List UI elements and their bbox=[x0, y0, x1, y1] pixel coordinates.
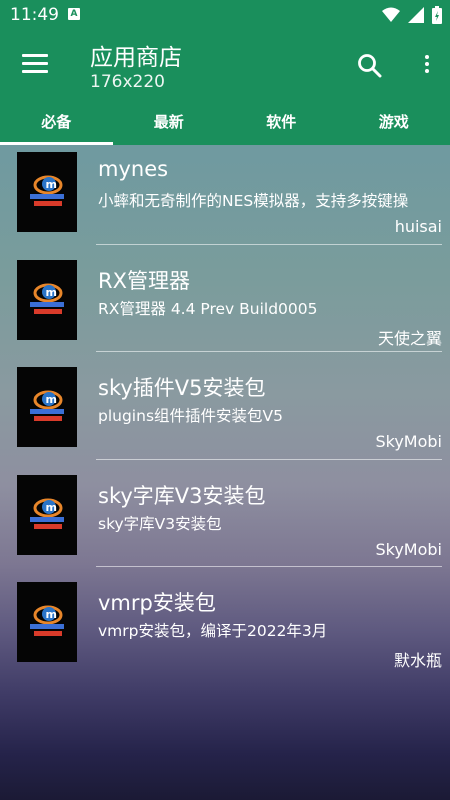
item-title: sky插件V5安装包 bbox=[98, 376, 266, 400]
more-dot bbox=[425, 69, 429, 73]
hamburger-line bbox=[22, 62, 48, 65]
mrp-app-icon: m bbox=[30, 283, 64, 314]
divider bbox=[96, 243, 442, 245]
search-icon[interactable] bbox=[356, 52, 384, 80]
item-title: mynes bbox=[98, 157, 169, 181]
tab-latest[interactable]: 最新 bbox=[113, 102, 226, 145]
item-title: RX管理器 bbox=[98, 268, 190, 293]
list-item[interactable]: m sky字库V3安装包 sky字库V3安装包 SkyMobi bbox=[0, 468, 450, 576]
a-badge-icon: A bbox=[68, 8, 80, 20]
status-time: 11:49 bbox=[10, 5, 59, 25]
more-options-button[interactable] bbox=[422, 52, 432, 80]
app-bar: 应用商店 176x220 bbox=[0, 30, 450, 102]
item-title: sky字库V3安装包 bbox=[98, 483, 266, 508]
app-thumbnail: m bbox=[17, 582, 77, 662]
item-description: 小蟀和无奇制作的NES模拟器，支持多按键操 bbox=[98, 192, 409, 210]
list-item[interactable]: m sky插件V5安装包 plugins组件插件安装包V5 SkyMobi bbox=[0, 360, 450, 468]
mrp-app-icon: m bbox=[30, 498, 64, 529]
item-author: 天使之翼 bbox=[377, 328, 442, 348]
more-vert-icon bbox=[425, 55, 429, 59]
more-dot bbox=[425, 62, 429, 66]
svg-text:m: m bbox=[46, 501, 57, 514]
hamburger-line bbox=[22, 70, 48, 73]
wifi-icon bbox=[382, 7, 400, 22]
hamburger-icon bbox=[22, 54, 48, 57]
item-description: RX管理器 4.4 Prev Build0005 bbox=[98, 299, 318, 318]
item-author: SkyMobi bbox=[375, 539, 442, 559]
item-description: plugins组件插件安装包V5 bbox=[98, 407, 283, 425]
list-item[interactable]: m mynes 小蟀和无奇制作的NES模拟器，支持多按键操 huisai bbox=[0, 145, 450, 253]
mrp-app-icon: m bbox=[30, 175, 64, 206]
app-thumbnail: m bbox=[17, 259, 77, 340]
divider bbox=[96, 566, 442, 567]
tab-bar: 必备 最新 软件 游戏 bbox=[0, 102, 450, 145]
menu-button[interactable] bbox=[22, 54, 48, 76]
tab-required[interactable]: 必备 bbox=[0, 102, 113, 145]
app-thumbnail: m bbox=[17, 367, 77, 447]
divider bbox=[96, 458, 442, 460]
divider bbox=[96, 351, 442, 352]
item-description: vmrp安装包，编译于2022年3月 bbox=[98, 622, 328, 640]
mrp-app-icon: m bbox=[30, 605, 64, 636]
svg-text:m: m bbox=[46, 393, 57, 406]
app-thumbnail: m bbox=[17, 474, 77, 555]
app-title: 应用商店 bbox=[90, 45, 182, 71]
list-item[interactable]: m vmrp安装包 vmrp安装包，编译于2022年3月 默水瓶 bbox=[0, 575, 450, 683]
item-title: vmrp安装包 bbox=[98, 591, 216, 615]
app-list: m mynes 小蟀和无奇制作的NES模拟器，支持多按键操 huisai m R… bbox=[0, 145, 450, 683]
tab-games[interactable]: 游戏 bbox=[338, 102, 450, 145]
app-thumbnail: m bbox=[17, 152, 77, 232]
list-item[interactable]: m RX管理器 RX管理器 4.4 Prev Build0005 天使之翼 bbox=[0, 253, 450, 361]
svg-text:m: m bbox=[46, 178, 57, 191]
signal-icon bbox=[408, 7, 424, 23]
battery-charging-icon bbox=[432, 6, 442, 24]
item-author: 默水瓶 bbox=[393, 651, 442, 670]
svg-text:m: m bbox=[46, 608, 57, 621]
item-author: SkyMobi bbox=[375, 432, 442, 451]
status-bar: 11:49 A bbox=[0, 0, 450, 30]
svg-text:m: m bbox=[46, 286, 57, 299]
mrp-app-icon: m bbox=[30, 390, 64, 421]
app-subtitle: 176x220 bbox=[90, 72, 165, 92]
item-author: huisai bbox=[394, 217, 442, 236]
item-description: sky字库V3安装包 bbox=[98, 514, 222, 533]
tab-software[interactable]: 软件 bbox=[225, 102, 338, 145]
